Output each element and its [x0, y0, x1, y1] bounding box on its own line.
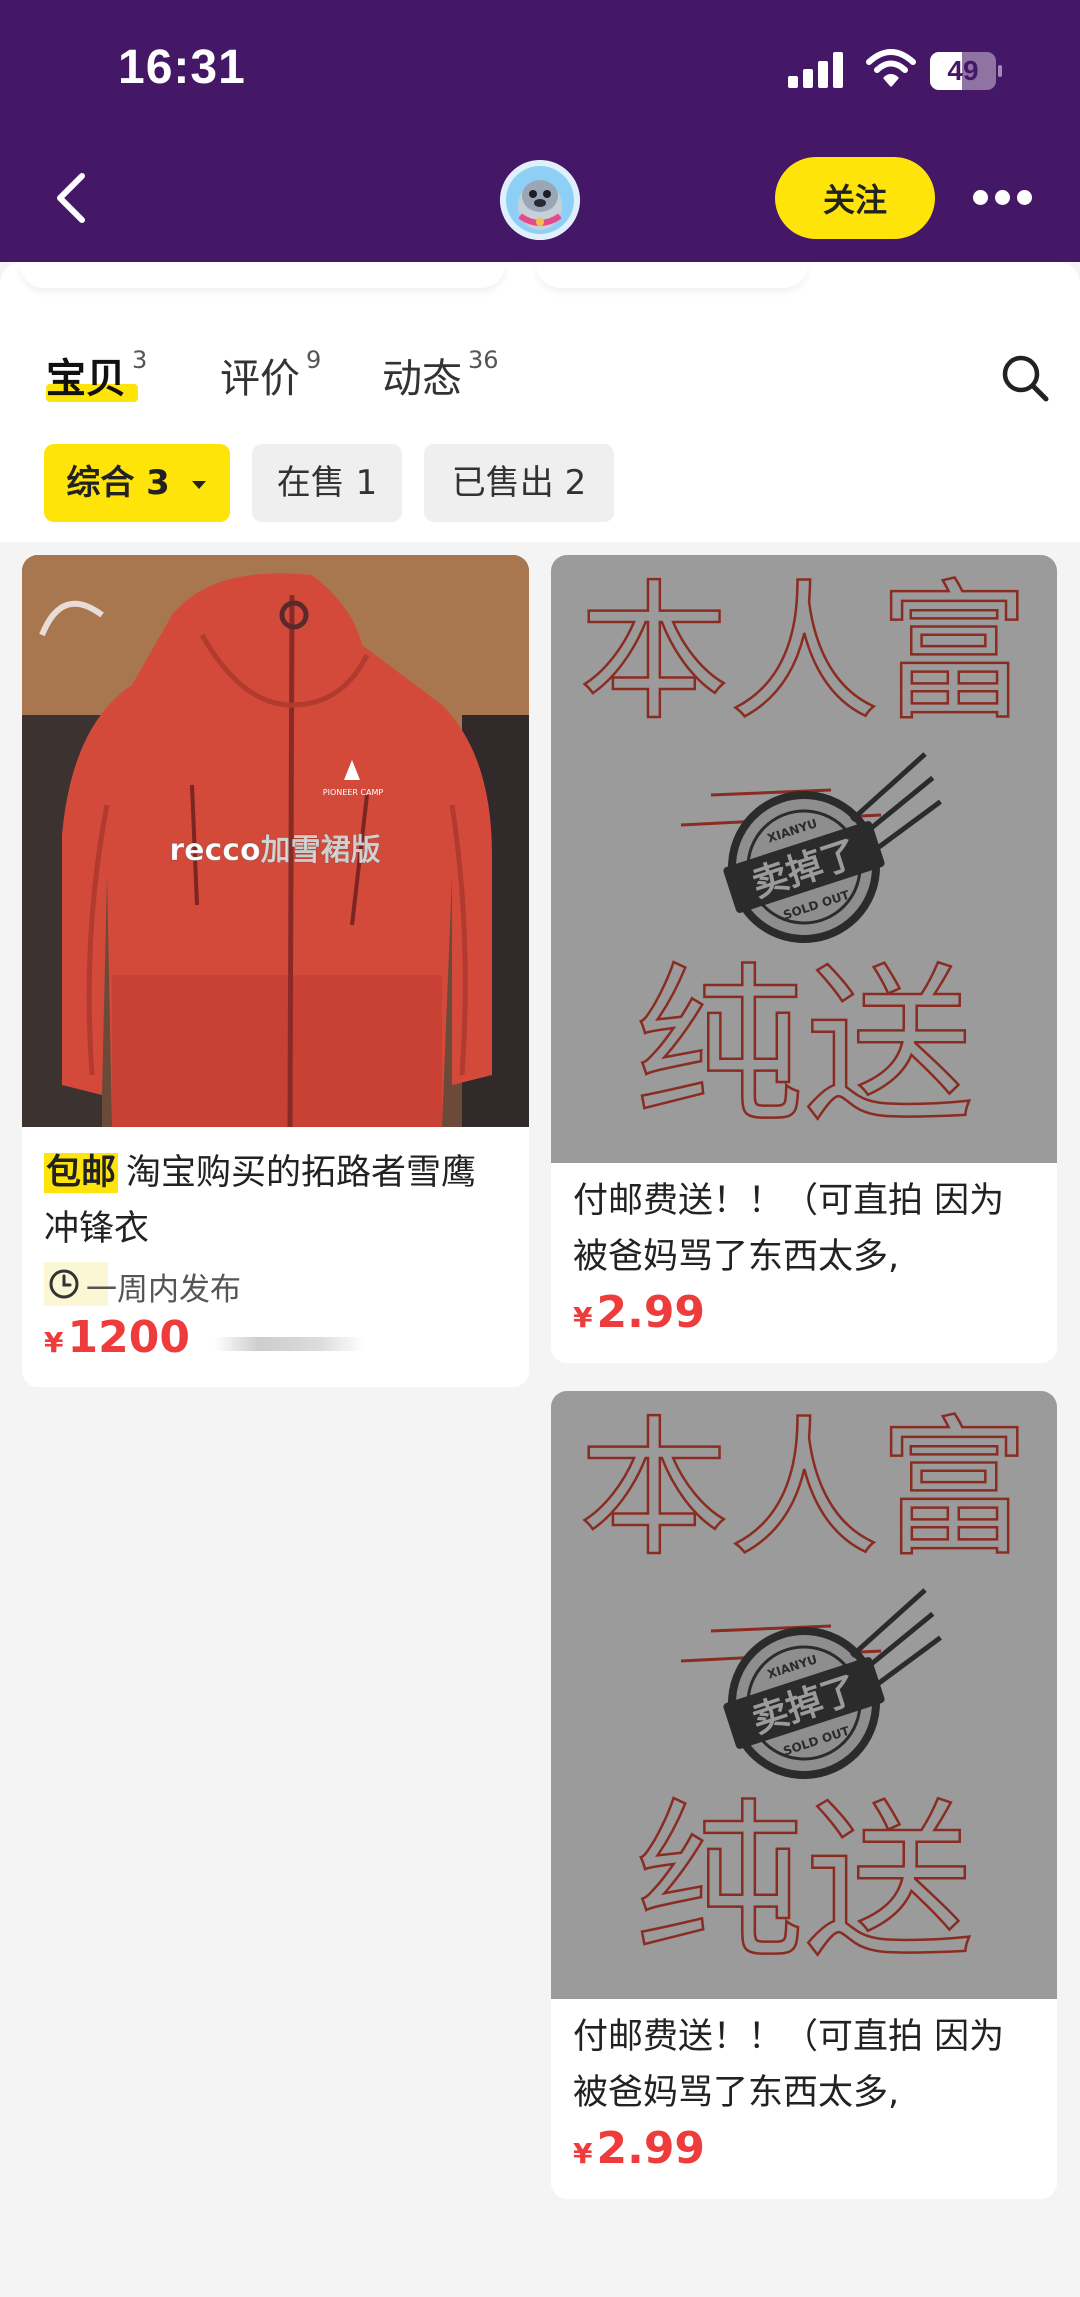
tab-label: 宝贝	[46, 356, 126, 402]
product-price: ¥2.99	[573, 1287, 705, 1338]
currency-symbol: ¥	[573, 2137, 593, 2170]
tab-reviews[interactable]: 评价 9	[220, 346, 321, 404]
product-card[interactable]: 本人富 纯送 卖掉了 XIANYU SOLD OUT 付邮费送！！（可直拍 因为…	[551, 555, 1057, 1363]
tab-items[interactable]: 宝贝 3	[46, 346, 147, 404]
filter-label: 综合 3	[66, 463, 170, 503]
currency-symbol: ¥	[44, 1326, 64, 1359]
free-shipping-badge: 包邮	[44, 1153, 119, 1193]
collapsed-card	[536, 262, 808, 288]
caret-down-icon	[191, 480, 206, 489]
status-time: 16:31	[118, 41, 246, 94]
tab-label: 动态	[382, 356, 462, 402]
jacket-logo-text: PIONEER CAMP	[323, 788, 384, 797]
follow-button[interactable]: 关注	[775, 157, 935, 239]
tab-count: 3	[132, 345, 148, 374]
cellular-signal-icon	[788, 52, 844, 88]
price-value: 2.99	[596, 1287, 706, 1338]
product-price: ¥1200	[44, 1312, 190, 1363]
product-card[interactable]: 本人富 纯送 卖掉了 XIANYU SOLD OUT 付邮费送！！（可直拍 因为…	[551, 1391, 1057, 2199]
product-card[interactable]: PIONEER CAMP recco加雪裙版 包邮 淘宝购买的拓路者雪鹰冲锋衣 一…	[22, 555, 529, 1387]
battery-percent: 49	[947, 55, 979, 86]
handwriting-text: 本人富	[579, 567, 1029, 741]
clock-icon	[49, 1269, 79, 1299]
product-image: PIONEER CAMP recco加雪裙版	[22, 555, 529, 1127]
tab-count: 36	[468, 345, 499, 374]
product-image: 本人富 纯送 卖掉了 XIANYU SOLD OUT	[551, 555, 1057, 1163]
handwriting-text: 纯送	[634, 1784, 974, 1982]
product-title: 包邮 淘宝购买的拓路者雪鹰冲锋衣	[44, 1145, 511, 1257]
handwriting-text: 本人富	[579, 1403, 1029, 1577]
more-options-icon[interactable]	[973, 190, 1033, 206]
collapsed-card	[20, 262, 505, 288]
search-icon[interactable]	[1000, 353, 1050, 403]
battery-icon: 49	[930, 52, 1002, 90]
filter-chip-on-sale[interactable]: 在售 1	[252, 444, 402, 522]
currency-symbol: ¥	[573, 1301, 593, 1334]
filter-chip-sold[interactable]: 已售出 2	[424, 444, 614, 522]
product-image: 本人富 纯送 卖掉了 XIANYU SOLD OUT	[551, 1391, 1057, 1999]
blurred-text	[214, 1337, 364, 1351]
product-title: 付邮费送！！（可直拍 因为被爸妈骂了东西太多,	[573, 1181, 1005, 1277]
publish-time-text: 一周内发布	[86, 1272, 241, 1308]
price-value: 2.99	[596, 2123, 706, 2174]
product-title: 付邮费送！！（可直拍 因为被爸妈骂了东西太多,	[573, 2017, 1005, 2113]
filter-chip-all[interactable]: 综合 3	[44, 444, 230, 522]
handwriting-text: 纯送	[634, 948, 974, 1146]
back-arrow-icon[interactable]	[48, 168, 98, 228]
tab-label: 评价	[220, 356, 300, 402]
product-price: ¥2.99	[573, 2123, 705, 2174]
tab-activity[interactable]: 动态 36	[382, 346, 499, 404]
image-caption: recco加雪裙版	[169, 833, 380, 868]
wifi-icon	[866, 49, 916, 87]
seller-avatar[interactable]	[500, 160, 580, 240]
tab-count: 9	[306, 345, 322, 374]
price-value: 1200	[67, 1312, 190, 1363]
